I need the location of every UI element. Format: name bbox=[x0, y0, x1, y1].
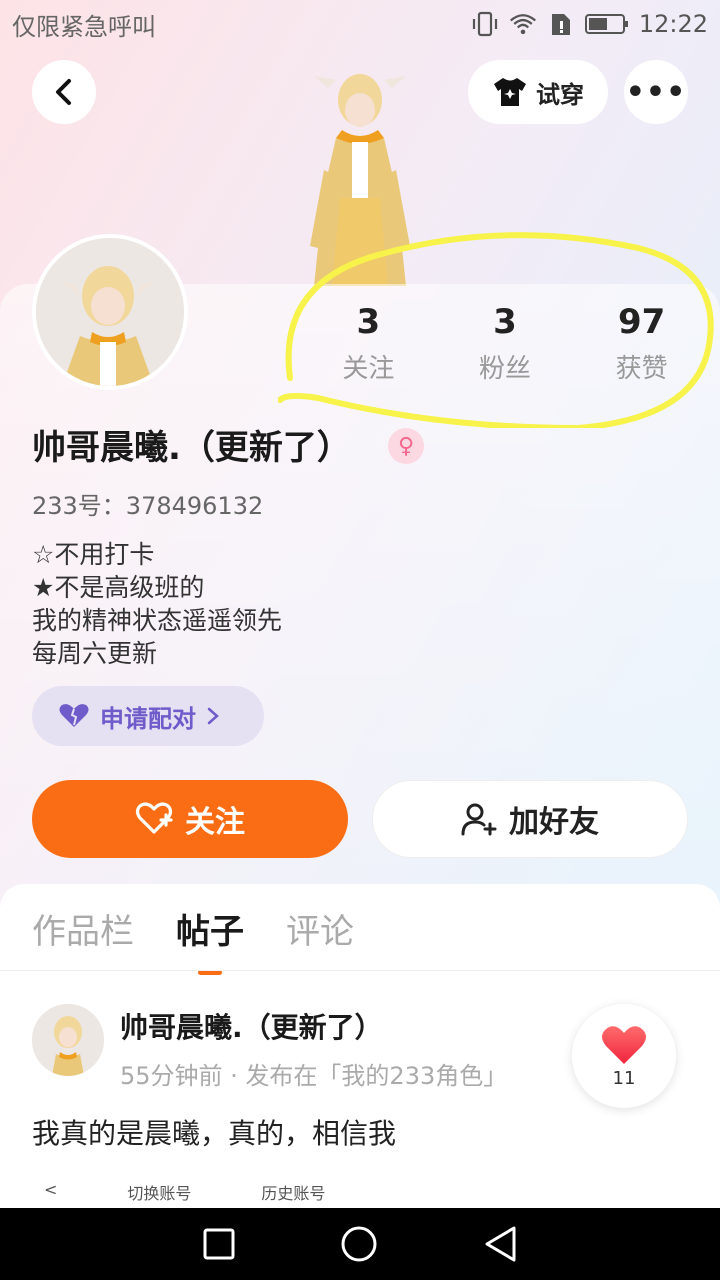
back-button[interactable] bbox=[32, 60, 96, 124]
post-author-name[interactable]: 帅哥晨曦.（更新了） bbox=[120, 1006, 383, 1046]
tab-comments[interactable]: 评论 bbox=[286, 904, 354, 953]
carrier-text: 仅限紧急呼叫 bbox=[12, 12, 156, 41]
more-button[interactable]: ••• bbox=[624, 60, 688, 124]
handwritten-history-account: 历史账号 bbox=[261, 1184, 326, 1203]
stat-following[interactable]: 3 关注 bbox=[300, 300, 437, 385]
try-on-button[interactable]: 试穿 bbox=[468, 60, 608, 124]
pair-label: 申请配对 bbox=[100, 704, 196, 733]
follow-label: 关注 bbox=[185, 805, 245, 840]
post-meta: 55分钟前 · 发布在「我的233角色」 bbox=[120, 1062, 508, 1090]
profile-avatar[interactable] bbox=[32, 234, 188, 390]
heart-plus-icon bbox=[135, 802, 173, 834]
post-author-avatar[interactable] bbox=[32, 1004, 104, 1076]
add-user-icon bbox=[461, 803, 497, 836]
post-text: 我真的是晨曦，真的，相信我 bbox=[32, 1117, 397, 1150]
chevron-right-icon bbox=[207, 707, 219, 725]
chevron-left-icon bbox=[56, 79, 71, 105]
stat-value: 3 bbox=[493, 302, 517, 342]
system-nav-bar bbox=[0, 1208, 720, 1280]
vibrate-icon bbox=[472, 11, 497, 37]
stat-likes[interactable]: 97 获赞 bbox=[573, 300, 710, 385]
handwritten-back: < bbox=[44, 1180, 58, 1199]
like-button[interactable]: 11 bbox=[572, 1004, 676, 1108]
profile-stats: 3 关注 3 粉丝 97 获赞 bbox=[300, 300, 710, 385]
heart-pair-icon bbox=[59, 704, 89, 727]
tshirt-icon bbox=[494, 78, 526, 106]
bio-line: 我的精神状态遥遥领先 bbox=[32, 606, 283, 635]
tab-posts[interactable]: 帖子 bbox=[176, 904, 244, 975]
avatar-image bbox=[36, 238, 184, 386]
user-id: 233号：378496132 bbox=[32, 492, 264, 520]
follow-button[interactable]: 关注 bbox=[32, 780, 348, 858]
stat-fans[interactable]: 3 粉丝 bbox=[437, 300, 574, 385]
more-icon: ••• bbox=[625, 74, 687, 110]
bio-line: 每周六更新 bbox=[32, 639, 158, 668]
stat-value: 3 bbox=[356, 302, 381, 342]
stat-label: 关注 bbox=[342, 354, 395, 384]
home-icon[interactable] bbox=[340, 1225, 378, 1263]
bio-line: ☆不用打卡 bbox=[32, 540, 155, 569]
profile-tabs: 作品栏 帖子 评论 bbox=[32, 904, 354, 975]
clock: 12:22 bbox=[638, 10, 708, 38]
like-count: 11 bbox=[612, 1067, 636, 1089]
female-icon: ♀ bbox=[388, 428, 424, 464]
back-nav-icon[interactable] bbox=[482, 1225, 518, 1263]
battery-icon bbox=[584, 14, 628, 34]
divider bbox=[0, 970, 720, 971]
tab-works[interactable]: 作品栏 bbox=[32, 904, 134, 953]
character-figure bbox=[310, 74, 410, 286]
sim-icon bbox=[551, 14, 570, 35]
content-section: 作品栏 帖子 评论 帅哥晨曦.（更新了） 55分钟前 · 发布在「我的233角色… bbox=[0, 884, 720, 1208]
try-on-label: 试穿 bbox=[536, 80, 584, 109]
profile-bio: ☆不用打卡 ★不是高级班的 我的精神状态遥遥领先 每周六更新 bbox=[32, 538, 282, 670]
add-friend-button[interactable]: 加好友 bbox=[372, 780, 688, 858]
stat-value: 97 bbox=[618, 302, 666, 342]
pair-request-button[interactable]: 申请配对 bbox=[32, 686, 264, 746]
bio-line: ★不是高级班的 bbox=[32, 573, 205, 602]
handwritten-note: < 切换账号 历史账号 bbox=[44, 1180, 325, 1204]
handwritten-switch-account: 切换账号 bbox=[127, 1184, 192, 1203]
status-bar: 仅限紧急呼叫 12:22 bbox=[0, 0, 720, 48]
stat-label: 获赞 bbox=[615, 354, 668, 384]
add-friend-label: 加好友 bbox=[509, 805, 599, 840]
stat-label: 粉丝 bbox=[479, 354, 532, 384]
recent-apps-icon[interactable] bbox=[202, 1227, 236, 1261]
profile-name: 帅哥晨曦.（更新了） bbox=[32, 428, 351, 468]
wifi-icon bbox=[509, 14, 536, 35]
heart-icon bbox=[602, 1025, 646, 1064]
